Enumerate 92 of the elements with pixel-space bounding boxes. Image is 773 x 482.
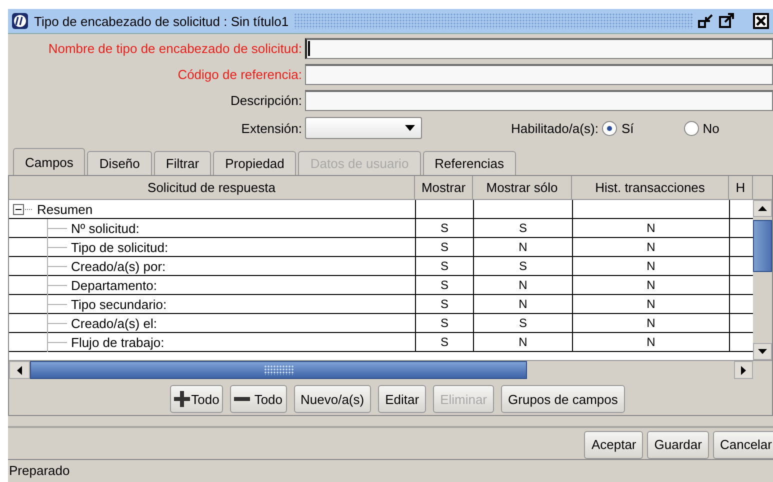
column-header[interactable]: Hist. transacciones xyxy=(572,176,729,200)
radio-button[interactable] xyxy=(684,120,699,136)
field-name: Flujo de trabajo: xyxy=(71,334,164,350)
table-cell: N xyxy=(572,333,729,352)
field-label: Extensión: xyxy=(240,120,302,136)
table-cell: S xyxy=(473,257,572,276)
table-cell: S xyxy=(415,314,473,333)
table-cell: N xyxy=(572,276,729,295)
tree-row[interactable]: Creado/a(s) por: xyxy=(9,257,415,276)
field-name: Nº solicitud: xyxy=(71,220,140,236)
table-cell: N xyxy=(473,295,572,314)
tree-row[interactable]: Tipo secundario: xyxy=(9,295,415,314)
tab[interactable]: Filtrar xyxy=(154,151,212,175)
field-name: Resumen xyxy=(37,202,93,216)
field-label: Nombre de tipo de encabezado de solicitud: xyxy=(47,41,302,56)
logo-icon xyxy=(11,12,29,30)
tree-row[interactable]: Tipo de solicitud: xyxy=(9,238,415,257)
tree-row[interactable]: Creado/a(s) el: xyxy=(9,314,415,333)
tree-row[interactable]: Resumen xyxy=(9,200,415,219)
table-cell: S xyxy=(415,238,473,257)
dialog-button[interactable]: Aceptar xyxy=(584,430,644,459)
tree-connector xyxy=(47,256,67,276)
table-cell: S xyxy=(415,219,473,238)
text-field[interactable] xyxy=(305,90,773,111)
tab[interactable]: Referencias xyxy=(422,151,516,175)
column-header[interactable]: H xyxy=(729,176,753,200)
scroll-up-icon xyxy=(758,206,767,211)
dialog-button[interactable]: Guardar xyxy=(647,430,709,459)
dialog-button[interactable]: Cancelar xyxy=(712,430,773,459)
column-header[interactable]: Mostrar xyxy=(415,176,473,200)
text-field[interactable] xyxy=(305,38,773,59)
field-label: Código de referencia: xyxy=(176,67,302,82)
table-cell: N xyxy=(473,276,572,295)
tree-connector xyxy=(47,276,67,294)
table-cell: S xyxy=(473,219,572,238)
table-cell xyxy=(415,200,473,219)
text-field[interactable] xyxy=(305,64,773,85)
close-icon xyxy=(753,13,769,29)
tree-connector xyxy=(47,238,67,256)
field-name: Creado/a(s) el: xyxy=(71,316,157,330)
table-cell: N xyxy=(572,219,729,238)
column-header[interactable]: Solicitud de respuesta xyxy=(9,176,415,200)
table-cell: S xyxy=(415,257,473,276)
scroll-right-icon xyxy=(741,366,746,374)
panel-button[interactable]: Editar xyxy=(378,385,426,413)
column-header[interactable]: Mostrar sólo xyxy=(473,176,572,200)
maximize-icon xyxy=(719,13,735,29)
tab[interactable]: Propiedad xyxy=(213,151,296,175)
field-name: Creado/a(s) por: xyxy=(71,258,166,274)
tree-connector xyxy=(47,294,67,314)
table-cell: N xyxy=(572,295,729,314)
radio-label: No xyxy=(702,120,720,136)
restore-icon xyxy=(698,13,714,29)
table-cell: N xyxy=(572,238,729,257)
table-cell: S xyxy=(415,333,473,352)
tree-connector xyxy=(47,218,67,238)
caret-icon xyxy=(405,125,415,131)
panel-button[interactable]: Nuevo/a(s) xyxy=(294,385,372,413)
tree-row[interactable]: Departamento: xyxy=(9,276,415,295)
collapse-icon[interactable] xyxy=(13,204,35,214)
extension-dropdown[interactable] xyxy=(305,117,422,139)
vertical-scrollbar[interactable] xyxy=(753,200,772,360)
panel-button[interactable]: Todo xyxy=(230,385,287,413)
minus-icon xyxy=(234,397,250,401)
table-cell: N xyxy=(572,257,729,276)
scroll-down-icon xyxy=(758,349,767,354)
tree-row[interactable]: Flujo de trabajo: xyxy=(9,333,415,352)
table-cell: N xyxy=(473,238,572,257)
panel-button[interactable]: Grupos de campos xyxy=(501,385,625,413)
radio-button[interactable] xyxy=(602,120,618,136)
tab[interactable]: Diseño xyxy=(87,151,152,175)
tree-connector xyxy=(47,332,67,352)
status-bar: Preparado xyxy=(8,458,773,482)
table-cell: N xyxy=(572,314,729,333)
tree-connector xyxy=(47,314,67,332)
tab[interactable]: Campos xyxy=(13,148,86,175)
table-cell: S xyxy=(415,295,473,314)
tree-row[interactable]: Nº solicitud: xyxy=(9,219,415,238)
window-title: Tipo de encabezado de solicitud : Sin título1 xyxy=(34,14,289,28)
radio-group-label: Habilitado/a(s): xyxy=(511,120,598,136)
scroll-left-icon xyxy=(17,366,22,374)
field-name: Departamento: xyxy=(71,278,157,292)
plus-icon xyxy=(174,391,190,407)
radio-label: Sí xyxy=(621,120,634,136)
panel-button[interactable]: Todo xyxy=(170,385,224,413)
field-name: Tipo secundario: xyxy=(71,296,167,312)
table-cell: N xyxy=(473,333,572,352)
horizontal-scrollbar[interactable] xyxy=(9,360,772,379)
table-cell: S xyxy=(415,276,473,295)
field-label: Descripción: xyxy=(229,93,302,108)
table-cell: S xyxy=(473,314,572,333)
field-name: Tipo de solicitud: xyxy=(71,240,168,254)
